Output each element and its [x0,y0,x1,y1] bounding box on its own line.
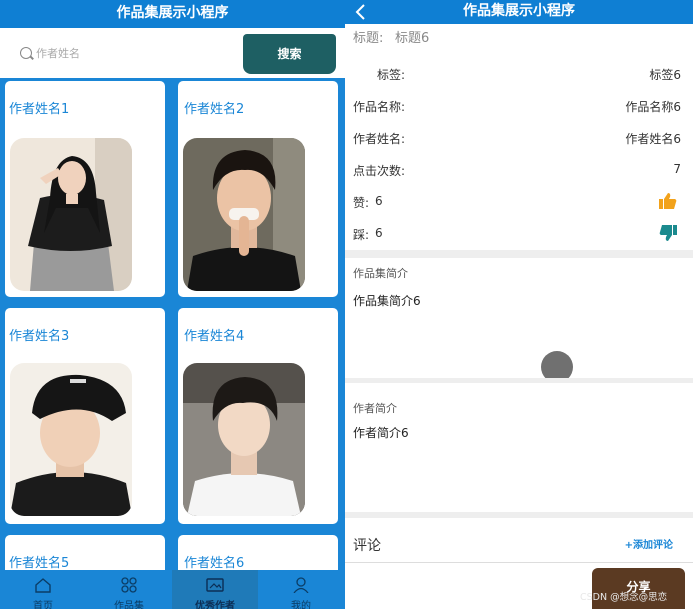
card-author-name: 作者姓名1 [9,102,70,117]
tab-label: 作品集 [114,601,144,609]
page-title: 作品集展示小程序 [0,0,345,28]
like-count: 6 [375,194,383,208]
section-divider [345,250,693,258]
section-divider [345,512,693,518]
thumbs-down-icon[interactable] [658,223,678,243]
section-divider [345,562,693,563]
works-list-screen: 作品集展示小程序 搜索 作者姓名1 作者姓名2 [0,0,345,609]
tab-home[interactable]: 首页 [0,570,86,609]
author-photo [183,138,305,291]
tab-label: 首页 [33,601,53,609]
card-author-name: 作者姓名6 [184,556,245,571]
author-photo [183,363,305,516]
section-divider [345,378,693,383]
work-name-value: 作品名称6 [625,100,681,114]
tab-label: 我的 [291,601,311,609]
bottom-tab-bar: 首页 作品集 优秀作者 我的 [0,570,345,609]
card-author-name: 作者姓名5 [9,556,70,571]
work-name-label: 作品名称: [353,100,406,114]
author-name-label: 作者姓名: [353,132,406,146]
thumbs-up-icon[interactable] [658,191,678,211]
profile-icon [293,577,309,593]
tab-collection[interactable]: 作品集 [86,570,172,609]
tab-label: 优秀作者 [195,601,235,609]
back-icon[interactable] [353,3,369,21]
like-label: 赞: [353,196,370,210]
author-name-value: 作者姓名6 [625,132,681,146]
author-card[interactable]: 作者姓名1 [5,81,165,297]
home-icon [35,578,51,593]
title-value: 标题6 [395,31,430,46]
card-author-name: 作者姓名2 [184,102,245,117]
card-author-name: 作者姓名4 [184,329,245,344]
watermark: CSDN @想念@思恋 [580,592,668,603]
search-button[interactable]: 搜索 [243,34,336,74]
card-author-name: 作者姓名3 [9,329,70,344]
page-title: 作品集展示小程序 [345,0,693,24]
tab-profile[interactable]: 我的 [258,570,344,609]
author-card[interactable]: 作者姓名4 [178,308,338,524]
tag-label: 标签: [377,68,406,82]
author-card[interactable]: 作者姓名3 [5,308,165,524]
add-comment-button[interactable]: +添加评论 [625,536,673,551]
work-intro-heading: 作品集简介 [353,267,408,280]
collection-icon [121,577,137,593]
click-count-label: 点击次数: [353,164,406,178]
click-count-value: 7 [673,162,681,176]
author-card[interactable]: 作者姓名2 [178,81,338,297]
author-intro-text: 作者简介6 [353,426,409,440]
tab-author[interactable]: 优秀作者 [172,570,258,609]
author-intro-heading: 作者简介 [353,402,397,415]
work-intro-text: 作品集简介6 [353,294,421,308]
author-icon [206,578,224,592]
author-photo [10,363,132,516]
search-input[interactable] [36,43,226,63]
dislike-label: 踩: [353,228,370,242]
search-icon [20,47,32,59]
title-label: 标题: [353,31,384,46]
work-detail-screen: 作品集展示小程序 标题: 标题6 标签: 标签6 作品名称: 作品名称6 作者姓… [345,0,693,609]
comments-heading: 评论 [353,538,381,554]
tag-value: 标签6 [649,68,681,82]
dislike-count: 6 [375,226,383,240]
author-photo [10,138,132,291]
